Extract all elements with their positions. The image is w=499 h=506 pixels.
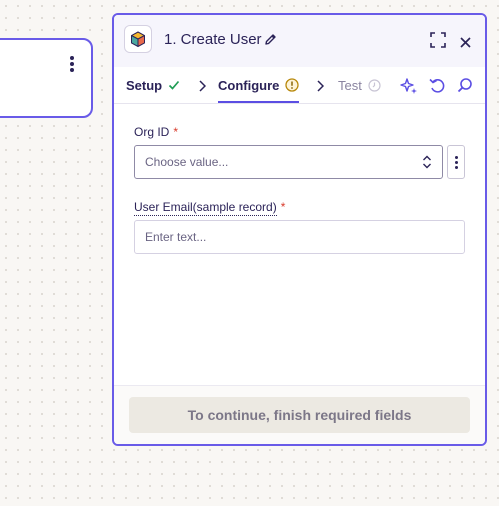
chevron-updown-icon xyxy=(422,155,432,172)
org-id-placeholder: Choose value... xyxy=(145,155,229,169)
tab-configure[interactable]: Configure xyxy=(218,67,300,103)
pencil-icon[interactable] xyxy=(264,33,277,51)
step-title: 1. Create User xyxy=(164,31,262,48)
node-more-menu-icon[interactable] xyxy=(69,56,75,74)
undo-icon[interactable] xyxy=(429,77,445,99)
continue-button[interactable]: To continue, finish required fields xyxy=(129,397,470,433)
tab-configure-label: Configure xyxy=(218,77,280,93)
tab-test[interactable]: Test xyxy=(338,67,381,103)
canvas-step-node[interactable] xyxy=(0,38,93,118)
tab-setup[interactable]: Setup xyxy=(126,67,180,103)
panel-footer: To continue, finish required fields xyxy=(114,385,485,444)
required-marker: * xyxy=(173,125,179,139)
search-icon[interactable] xyxy=(457,77,473,98)
panel-header: 1. Create User xyxy=(114,15,485,67)
org-id-select[interactable]: Choose value... xyxy=(134,145,443,179)
sparkle-icon[interactable] xyxy=(400,77,418,100)
pending-clock-icon xyxy=(368,78,381,92)
tab-setup-label: Setup xyxy=(126,77,163,93)
required-marker: * xyxy=(280,200,286,214)
check-icon xyxy=(168,79,180,91)
chevron-right-icon xyxy=(316,79,325,97)
warning-circle-icon xyxy=(285,78,300,92)
step-editor-panel: 1. Create User Setup Configure Test Org … xyxy=(112,13,487,446)
more-vertical-icon[interactable] xyxy=(447,145,465,179)
app-box-icon xyxy=(124,25,152,53)
user-email-input[interactable] xyxy=(134,220,465,254)
tab-test-label: Test xyxy=(338,77,362,93)
expand-icon[interactable] xyxy=(430,32,446,53)
chevron-right-icon xyxy=(198,79,207,97)
close-icon[interactable] xyxy=(460,35,471,53)
step-tabs: Setup Configure Test xyxy=(114,67,485,104)
user-email-label: User Email(sample record) * xyxy=(134,200,286,216)
org-id-label: Org ID * xyxy=(134,125,179,139)
